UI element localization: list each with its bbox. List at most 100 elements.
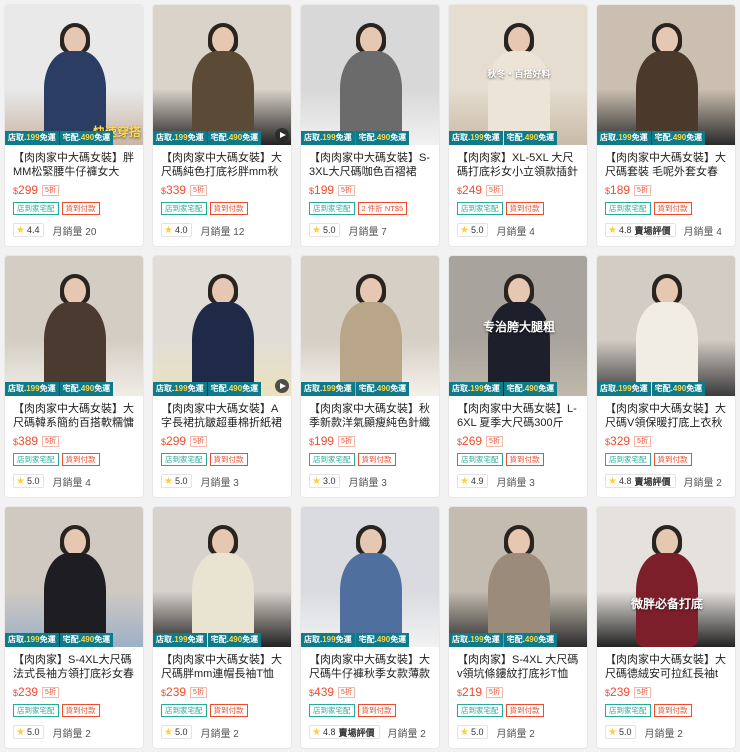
- store-pickup-promo: 店取.199免運: [5, 382, 59, 396]
- price-row: $249 5折: [457, 182, 579, 198]
- product-card[interactable]: 店取.199免運宅配.490免運【肉肉家中大碼女裝】S-3XL大尺碼咖色百褶裙半…: [300, 4, 440, 247]
- store-free: 免運: [187, 133, 204, 142]
- product-card[interactable]: 快速穿搭 店取.199免運 宅配.490免運 【肉肉家中大碼女裝】胖MM松緊腰牛仔褲女…: [4, 4, 144, 247]
- home-delivery-promo: 宅配.490免運: [651, 382, 706, 396]
- product-card[interactable]: 店取.199免運宅配.490免運【肉肉家中大碼女裝】大尺碼韓系簡約百搭軟糯慵懶.…: [4, 255, 144, 498]
- product-image[interactable]: 店取.199免運 宅配.490免運: [597, 5, 735, 145]
- product-title[interactable]: 【肉肉家中大碼女裝】大尺碼胖mm連帽長袖T恤女裝...: [161, 653, 283, 681]
- product-card[interactable]: 店取.199免運宅配.490免運【肉肉家中大碼女裝】大尺碼純色打底衫胖mm秋冬.…: [152, 4, 292, 247]
- product-title[interactable]: 【肉肉家】S-4XL大尺碼法式長袖方領打底衫女春秋...: [13, 653, 135, 681]
- store-price: 199: [26, 384, 40, 393]
- product-image[interactable]: 店取.199免運 宅配.490免運: [153, 256, 291, 396]
- product-image[interactable]: 店取.199免運 宅配.490免運: [153, 507, 291, 647]
- payment-tag: 貨到付款: [357, 453, 396, 466]
- product-card[interactable]: 店取.199免運 宅配.490免運【肉肉家】S-4XL大尺碼法式長袖方領打底衫女春…: [4, 506, 144, 749]
- product-title[interactable]: 【肉肉家中大碼女裝】L-6XL 夏季大尺碼300斤闊...: [457, 402, 579, 430]
- sales-label: 月銷量: [387, 728, 418, 740]
- video-play-icon[interactable]: [275, 128, 289, 142]
- product-card[interactable]: 店取.199免運宅配.490免運【肉肉家中大碼女裝】大尺碼V領保暖打底上衣秋冬.…: [596, 255, 736, 498]
- store-pickup-promo: 店取.199免運: [449, 633, 503, 647]
- delivery-tag: 店到家宅配: [161, 704, 207, 717]
- rating-value: 5.0: [174, 727, 188, 737]
- home-delivery-promo: 宅配.490免運: [355, 131, 410, 145]
- payment-tag: 貨到付款: [505, 202, 544, 215]
- product-title[interactable]: 【肉肉家中大碼女裝】大尺碼德絨安可拉紅長袖t恤女...: [605, 653, 727, 681]
- product-card[interactable]: 店取.199免運宅配.490免運【肉肉家中大碼女裝】大尺碼套裝 毛呢外套女春秋小…: [596, 4, 736, 247]
- store-label: 店取: [156, 384, 172, 393]
- product-card[interactable]: 秋冬・百搭好料 店取.199免運 宅配.490免運【肉肉家】XL-5XL 大尺碼打底…: [448, 4, 588, 247]
- product-image[interactable]: 店取.199免運 宅配.490免運: [153, 5, 291, 145]
- product-title[interactable]: 【肉肉家中大碼女裝】大尺碼純色打底衫胖mm秋冬...: [161, 151, 283, 179]
- rating-value: 5.0: [26, 476, 40, 486]
- shipping-promo-bar: 店取.199免運 宅配.490免運: [301, 633, 439, 647]
- rating-badge: ★ 4.0: [161, 223, 193, 237]
- product-title[interactable]: 【肉肉家中大碼女裝】大尺碼V領保暖打底上衣秋冬...: [605, 402, 727, 430]
- video-play-icon[interactable]: [275, 379, 289, 393]
- product-card[interactable]: 店取.199免運宅配.490免運【肉肉家中大碼女裝】秋季新款洋氣顯瘦純色針織衫.…: [300, 255, 440, 498]
- product-image[interactable]: 店取.199免運 宅配.490免運: [597, 256, 735, 396]
- home-label: 宅配: [62, 133, 79, 142]
- price-row: $339 5折: [161, 182, 283, 198]
- model-head: [508, 278, 530, 304]
- product-card[interactable]: 店取.199免運宅配.490免運【肉肉家中大碼女裝】A字長裙抗皺超垂棉折紙裙36…: [152, 255, 292, 498]
- delivery-tag: 店到家宅配: [605, 202, 651, 215]
- rating-badge: ★ 5.0: [457, 725, 489, 739]
- product-title[interactable]: 【肉肉家中大碼女裝】胖MM松緊腰牛仔褲女大碼...: [13, 151, 135, 179]
- star-icon: ★: [16, 224, 25, 236]
- delivery-tag: 店到家宅配: [13, 202, 59, 215]
- product-price: $339: [161, 183, 186, 197]
- product-image[interactable]: 店取.199免運 宅配.490免運: [301, 256, 439, 396]
- store-label: 店取: [600, 133, 616, 142]
- product-image[interactable]: 店取.199免運 宅配.490免運: [5, 507, 143, 647]
- rating-row: ★ 5.0 月銷量 2: [605, 724, 727, 740]
- product-card[interactable]: 店取.199免運 宅配.490免運【肉肉家】S-4XL 大尺碼v領坑條鏤紋打底衫T…: [448, 506, 588, 749]
- monthly-sales: 月銷量 2: [52, 725, 90, 740]
- product-title[interactable]: 【肉肉家中大碼女裝】秋季新款洋氣顯瘦純色針織衫...: [309, 402, 431, 430]
- product-title[interactable]: 【肉肉家】XL-5XL 大尺碼打底衫女小立領款插針織...: [457, 151, 579, 179]
- store-pickup-promo: 店取.199免運: [301, 382, 355, 396]
- product-image[interactable]: 快速穿搭 店取.199免運 宅配.490免運: [5, 5, 143, 145]
- product-image[interactable]: 微胖必备打底: [597, 507, 735, 647]
- home-free: 免運: [538, 133, 555, 142]
- product-title[interactable]: 【肉肉家】S-4XL 大尺碼v領坑條鏤紋打底衫T恤女...: [457, 653, 579, 681]
- monthly-sales: 月銷量 7: [348, 223, 386, 238]
- product-image[interactable]: 专治胯大腿粗 店取.199免運 宅配.490免運: [449, 256, 587, 396]
- product-image[interactable]: 店取.199免運 宅配.490免運: [5, 256, 143, 396]
- image-overlay-text: 专治胯大腿粗: [482, 320, 555, 334]
- store-rating-label: 賣場評價: [634, 225, 671, 236]
- rating-row: ★ 5.0 月銷量 2: [161, 724, 283, 740]
- store-price: 199: [174, 384, 188, 393]
- tag-row: 店到家宅配 貨到付款: [161, 202, 283, 216]
- home-label: 宅配: [210, 635, 227, 644]
- home-free: 免運: [686, 133, 703, 142]
- home-free: 免運: [94, 133, 111, 142]
- rating-value: 4.0: [174, 225, 188, 235]
- product-card[interactable]: 专治胯大腿粗 店取.199免運 宅配.490免運【肉肉家中大碼女裝】L-6XL 夏季…: [448, 255, 588, 498]
- rating-value: 4.8: [618, 476, 632, 486]
- product-card[interactable]: 店取.199免運宅配.490免運【肉肉家中大碼女裝】大尺碼牛仔褲秋季女款薄款微.…: [300, 506, 440, 749]
- product-title[interactable]: 【肉肉家中大碼女裝】大尺碼套裝 毛呢外套女春秋小...: [605, 151, 727, 179]
- product-title[interactable]: 【肉肉家中大碼女裝】A字長裙抗皺超垂棉折紙裙36...: [161, 402, 283, 430]
- monthly-sales: 月銷量 2: [644, 725, 682, 740]
- product-price: $249: [457, 183, 482, 197]
- rating-badge: ★ 5.0: [605, 725, 637, 739]
- home-label: 宅配: [210, 384, 227, 393]
- home-delivery-promo: 宅配.490免運: [59, 131, 114, 145]
- price-value: 199: [314, 183, 335, 197]
- product-title[interactable]: 【肉肉家中大碼女裝】S-3XL大尺碼咖色百褶裙半...: [309, 151, 431, 179]
- sales-count: 7: [381, 226, 387, 238]
- product-card[interactable]: 店取.199免運宅配.490免運【肉肉家中大碼女裝】大尺碼胖mm連帽長袖T恤女裝…: [152, 506, 292, 749]
- store-pickup-promo: 店取.199免運: [301, 633, 355, 647]
- product-title[interactable]: 【肉肉家中大碼女裝】大尺碼韓系簡約百搭軟糯慵懶...: [13, 402, 135, 430]
- product-card[interactable]: 微胖必备打底【肉肉家中大碼女裝】大尺碼德絨安可拉紅長袖t恤女... $239 5折店…: [596, 506, 736, 749]
- product-title[interactable]: 【肉肉家中大碼女裝】大尺碼牛仔褲秋季女款薄款微...: [309, 653, 431, 681]
- home-price: 490: [376, 635, 391, 644]
- model-head: [360, 278, 382, 304]
- product-image[interactable]: 店取.199免運 宅配.490免運: [301, 5, 439, 145]
- sales-count: 2: [420, 728, 426, 740]
- product-image[interactable]: 店取.199免運 宅配.490免運: [301, 507, 439, 647]
- product-image[interactable]: 秋冬・百搭好料 店取.199免運 宅配.490免運: [449, 5, 587, 145]
- product-image[interactable]: 店取.199免運 宅配.490免運: [449, 507, 587, 647]
- rating-row: ★ 4.8 賣場評價 月銷量 2: [309, 724, 431, 740]
- home-price: 490: [228, 133, 243, 142]
